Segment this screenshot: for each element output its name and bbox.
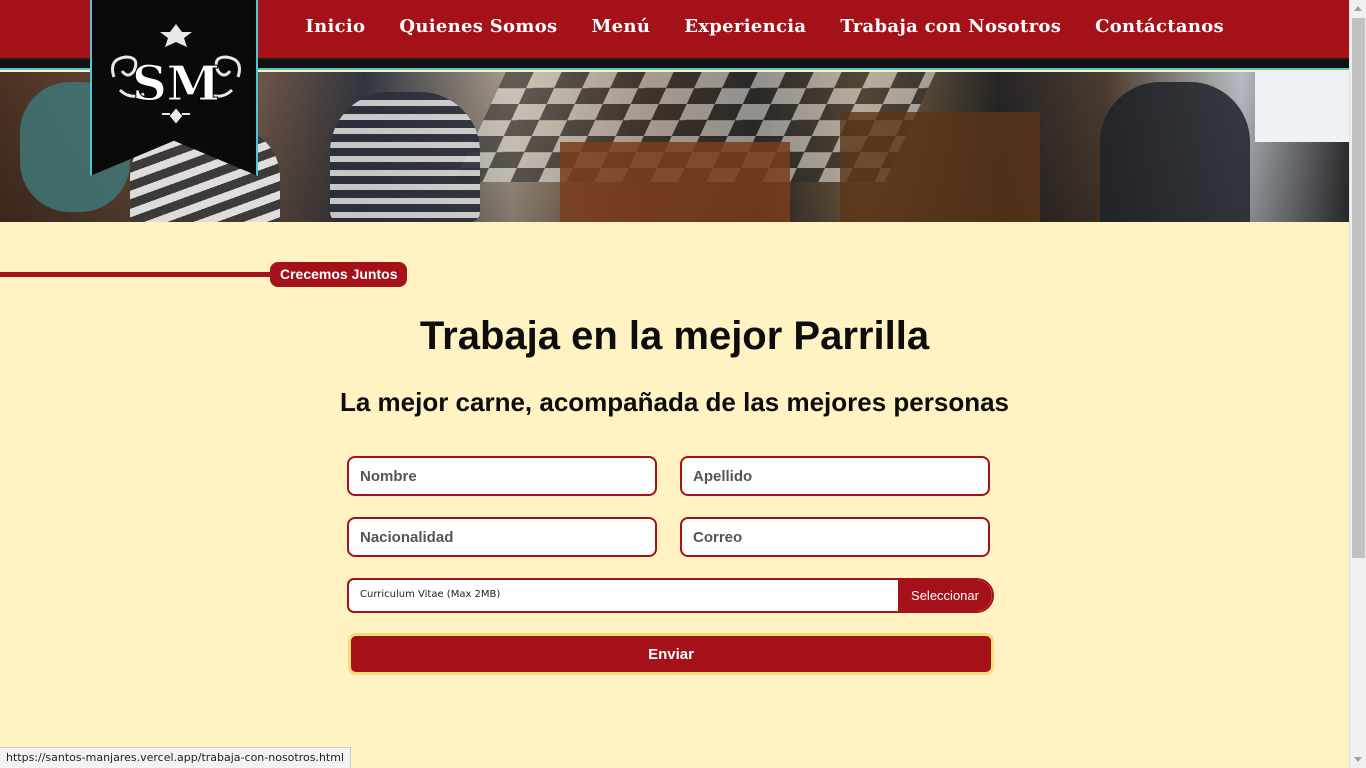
nacionalidad-field[interactable] [347, 517, 657, 557]
correo-field[interactable] [680, 517, 990, 557]
section-tag: Crecemos Juntos [270, 262, 408, 287]
scroll-up-icon[interactable] [1354, 6, 1362, 11]
nav-link-quienes-somos[interactable]: Quienes Somos [399, 16, 557, 37]
svg-text:SM: SM [132, 56, 220, 112]
page-scrollbar[interactable] [1349, 0, 1366, 768]
page-title: Trabaja en la mejor Parrilla [419, 314, 930, 358]
main-nav: Inicio Quienes Somos Menú Experiencia Tr… [305, 16, 1224, 37]
apellido-field[interactable] [680, 456, 990, 496]
nav-link-experiencia[interactable]: Experiencia [684, 16, 806, 37]
nav-link-menu[interactable]: Menú [591, 16, 650, 37]
status-bar-url: https://santos-manjares.vercel.app/traba… [0, 747, 352, 768]
nav-link-inicio[interactable]: Inicio [305, 16, 365, 37]
select-file-button[interactable]: Seleccionar [898, 580, 992, 611]
cv-file-input[interactable]: Curriculum Vitae (Max 2MB) Seleccionar [347, 578, 994, 613]
scroll-down-icon[interactable] [1354, 757, 1362, 762]
section-divider-line [0, 272, 280, 277]
scroll-thumb[interactable] [1352, 18, 1365, 558]
page-subtitle: La mejor carne, acompañada de las mejore… [339, 387, 1010, 417]
nombre-field[interactable] [347, 456, 657, 496]
nav-link-contactanos[interactable]: Contáctanos [1095, 16, 1224, 37]
cv-file-label: Curriculum Vitae (Max 2MB) [360, 589, 501, 600]
submit-button[interactable]: Enviar [348, 633, 994, 675]
nav-link-trabaja-con-nosotros[interactable]: Trabaja con Nosotros [840, 16, 1061, 37]
sm-logo-icon: SM [111, 24, 241, 124]
